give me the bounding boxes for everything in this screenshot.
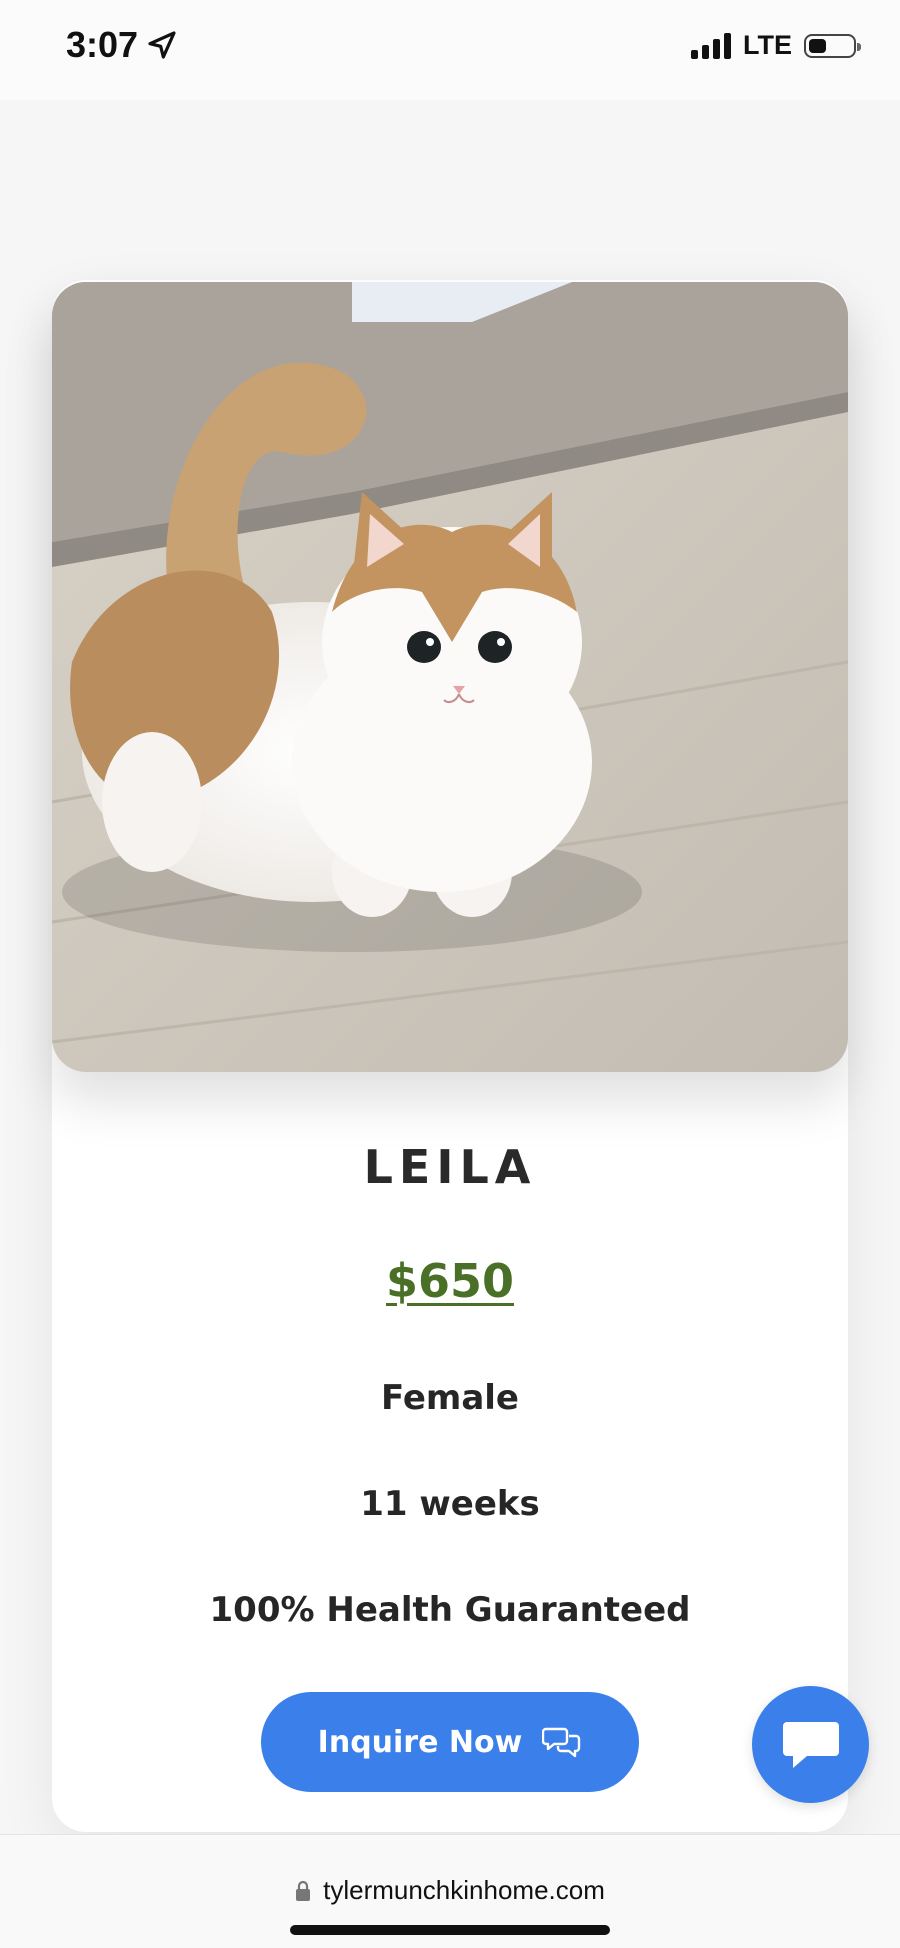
- chat-bubbles-icon: [542, 1727, 581, 1758]
- kitten-photo-illustration: [52, 282, 848, 1072]
- kitten-price[interactable]: $650: [52, 1254, 848, 1308]
- kitten-name: LEILA: [363, 1140, 537, 1194]
- inquire-now-label: Inquire Now: [317, 1724, 523, 1760]
- clock-time: 3:07: [66, 24, 139, 65]
- status-indicators: LTE: [691, 30, 861, 61]
- status-bar: 3:07 LTE: [0, 0, 900, 100]
- browser-bottom-bar: tylermunchkinhome.com: [0, 1834, 900, 1948]
- kitten-sex: Female: [381, 1378, 519, 1418]
- network-label: LTE: [743, 30, 792, 60]
- price-link[interactable]: $650: [386, 1254, 514, 1308]
- battery-icon: [804, 33, 861, 58]
- url-text: tylermunchkinhome.com: [323, 1875, 605, 1905]
- chat-bubble-icon: [782, 1721, 839, 1768]
- home-indicator[interactable]: [290, 1925, 610, 1935]
- inquire-now-button[interactable]: Inquire Now: [261, 1692, 639, 1792]
- lock-icon: [296, 1880, 311, 1901]
- signal-icon: [691, 32, 731, 59]
- chat-widget-button[interactable]: [752, 1686, 869, 1803]
- kitten-photo: [52, 282, 848, 1072]
- address-bar[interactable]: tylermunchkinhome.com: [0, 1875, 900, 1906]
- status-time: 3:07: [66, 24, 178, 66]
- health-guarantee: 100% Health Guaranteed: [209, 1590, 691, 1630]
- kitten-age: 11 weeks: [360, 1484, 540, 1524]
- location-arrow-icon: [148, 31, 176, 59]
